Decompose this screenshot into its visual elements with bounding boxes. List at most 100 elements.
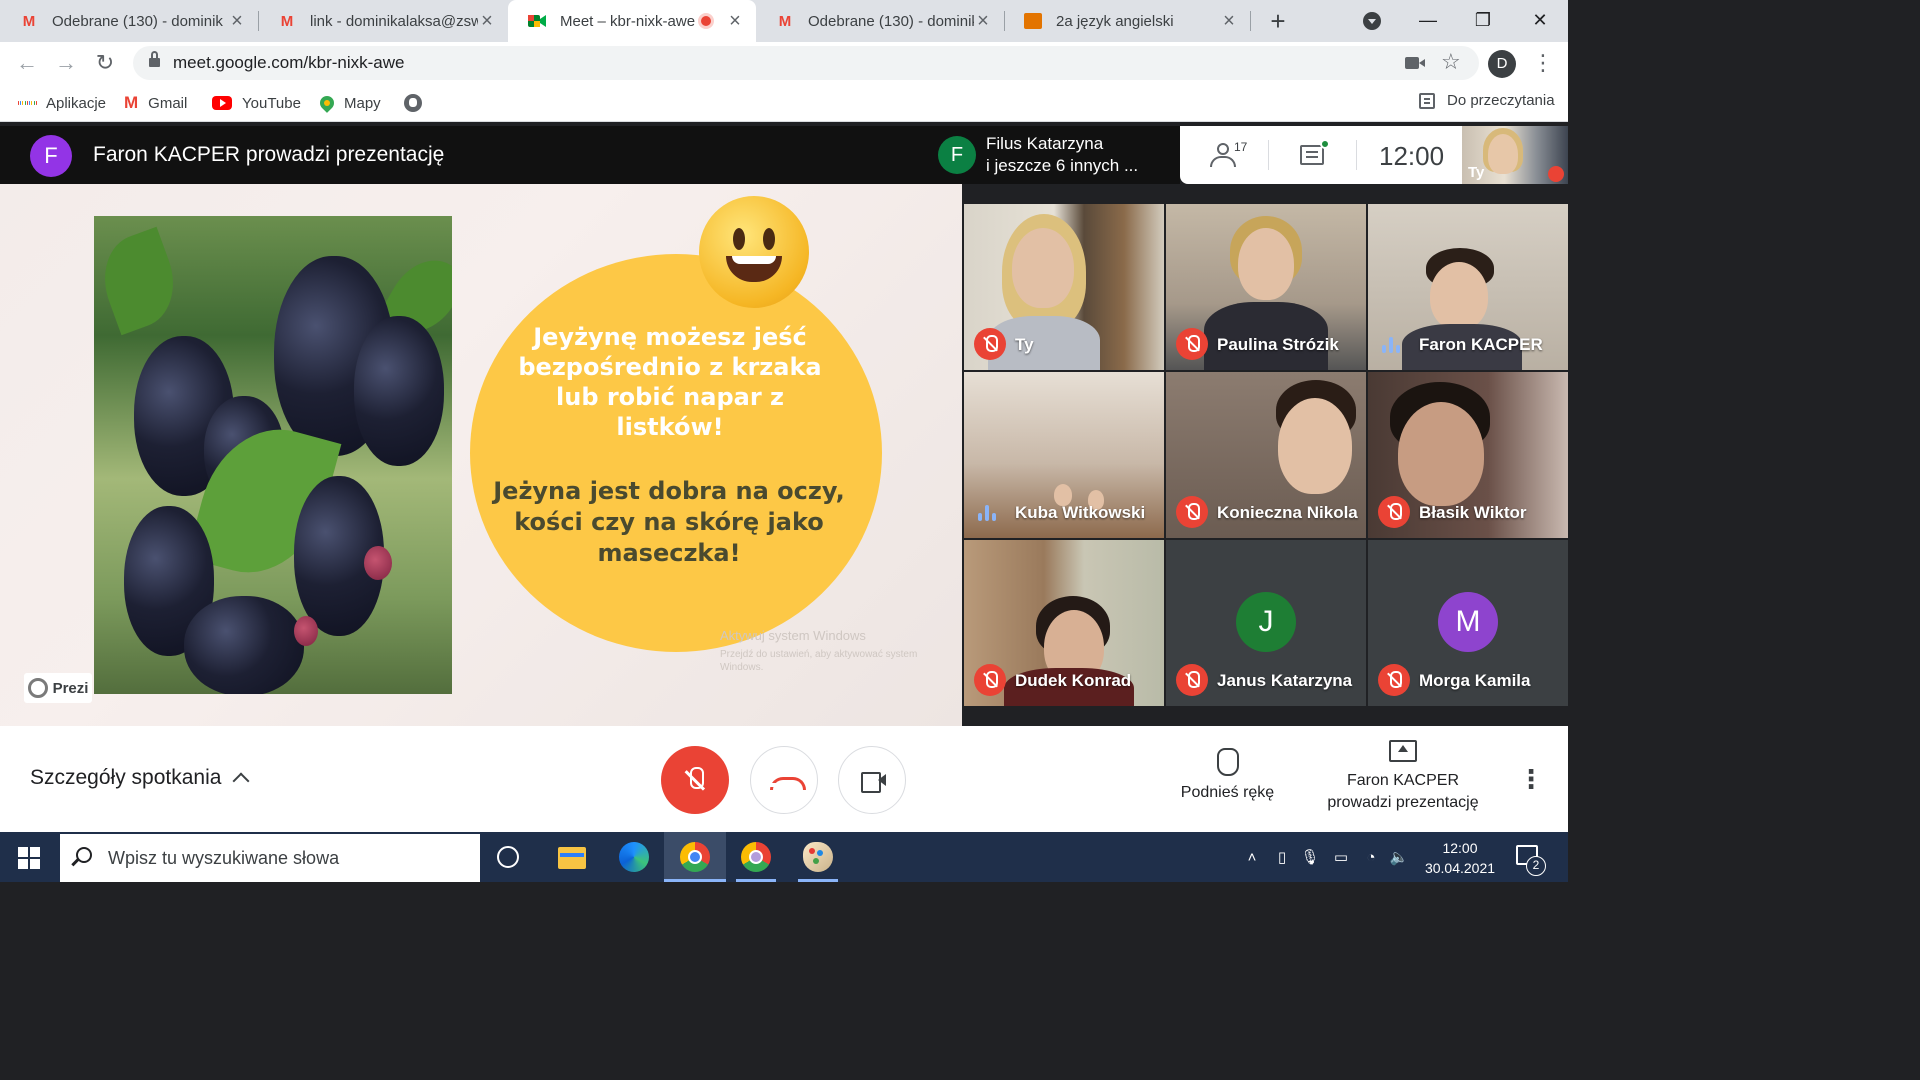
close-tab-icon[interactable]: × [228, 10, 246, 33]
prezi-badge[interactable]: Prezi [24, 673, 92, 703]
chrome-profile-icon[interactable] [741, 842, 771, 872]
tab-meet[interactable]: Meet – kbr-nixk-awe × [508, 0, 756, 42]
divider [1268, 140, 1269, 170]
restore-window-button[interactable]: ❐ [1463, 6, 1503, 34]
back-button[interactable]: ← [14, 50, 40, 76]
forward-button[interactable]: → [53, 50, 79, 76]
close-tab-icon[interactable]: × [726, 10, 744, 33]
participant-tile[interactable]: Kuba Witkowski [964, 372, 1164, 538]
participant-name: Konieczna Nikola [1217, 503, 1358, 522]
new-tab-button[interactable]: + [1266, 6, 1290, 36]
bookmark-label: Gmail [148, 94, 188, 112]
minimize-window-button[interactable]: — [1408, 6, 1448, 34]
leave-call-button[interactable] [750, 746, 818, 814]
presenting-line2: prowadzi prezentację [1327, 794, 1479, 811]
lock-icon[interactable] [149, 51, 160, 68]
browser-tab-strip: M Odebrane (130) - dominik × M link - do… [0, 0, 1568, 42]
paint-icon[interactable] [803, 842, 833, 872]
chat-icon[interactable] [1300, 145, 1324, 165]
tab-gmail-inbox-1[interactable]: M Odebrane (130) - dominik × [0, 0, 258, 42]
taskbar-search-box[interactable]: Wpisz tu wyszukiwane słowa [60, 834, 480, 882]
cortana-icon[interactable] [497, 846, 519, 868]
bookmark-apps[interactable]: Aplikacje [18, 92, 106, 114]
close-window-button[interactable]: ✕ [1520, 6, 1560, 34]
search-icon [76, 847, 92, 863]
browser-menu-icon[interactable]: ⋮ [1532, 50, 1554, 76]
tab-title: 2a język angielski [1056, 12, 1174, 30]
presenter-banner: F Faron KACPER prowadzi prezentację [0, 126, 928, 184]
file-explorer-icon[interactable] [558, 847, 586, 869]
participant-tile[interactable]: M Morga Kamila [1368, 540, 1568, 706]
bookmark-star-icon[interactable]: ☆ [1441, 49, 1461, 75]
self-video [1488, 134, 1518, 174]
smiley-emoji-icon [699, 196, 809, 308]
tab-classroom[interactable]: 2a język angielski × [1004, 0, 1250, 42]
presenting-button[interactable]: Faron KACPER prowadzi prezentację [1310, 740, 1496, 814]
participant-avatar: M [1438, 592, 1498, 652]
gmail-icon: M [280, 12, 294, 30]
bookmark-youtube[interactable]: YouTube [212, 92, 301, 114]
taskbar-clock[interactable]: 12:00 30.04.2021 [1420, 838, 1500, 878]
device-icon[interactable]: ▯ [1272, 832, 1292, 882]
tab-search-icon[interactable] [1363, 12, 1381, 30]
gmail-icon: M [124, 93, 139, 112]
microphone-toggle-button[interactable] [661, 746, 729, 814]
tray-overflow-icon[interactable]: ˄ [1242, 832, 1262, 882]
raise-hand-button[interactable]: Podnieś rękę [1170, 748, 1285, 802]
tab-gmail-link[interactable]: M link - dominikalaksa@zsw × [258, 0, 508, 42]
reading-list-button[interactable]: Do przeczytania [1419, 92, 1555, 109]
tab-gmail-inbox-2[interactable]: M Odebrane (130) - dominik × [756, 0, 1004, 42]
globe-icon [404, 94, 422, 112]
windows-taskbar: Wpisz tu wyszukiwane słowa ˄ ▯ 🎙 ▭ ◔ 🔈 1… [0, 832, 1568, 882]
close-tab-icon[interactable]: × [478, 10, 496, 33]
address-bar[interactable]: meet.google.com/kbr-nixk-awe ☆ [133, 46, 1479, 80]
meeting-clock: 12:00 [1379, 141, 1445, 171]
mic-off-icon [1176, 496, 1208, 528]
url-text[interactable]: meet.google.com/kbr-nixk-awe [173, 53, 404, 73]
participant-tile[interactable]: J Janus Katarzyna [1166, 540, 1366, 706]
reload-button[interactable]: ↻ [92, 50, 118, 76]
bookmark-globe[interactable] [404, 92, 432, 114]
running-indicator [798, 879, 838, 882]
prezi-logo-icon [27, 678, 48, 698]
chevron-up-icon [232, 772, 250, 790]
participant-tile[interactable]: Dudek Konrad [964, 540, 1164, 706]
meet-icon [528, 12, 546, 30]
edge-icon[interactable] [619, 842, 649, 872]
close-tab-icon[interactable]: × [974, 10, 992, 33]
camera-in-use-icon[interactable] [1405, 57, 1425, 69]
bookmark-gmail[interactable]: M Gmail [124, 92, 187, 114]
chrome-taskbar-button[interactable] [664, 832, 726, 882]
presenter-avatar: F [30, 135, 72, 177]
presenter-banner-text: Faron KACPER prowadzi prezentację [93, 143, 445, 166]
presentation-slide[interactable]: Jeyżynę możesz jeść bezpośrednio z krzak… [0, 184, 962, 726]
meeting-details-button[interactable]: Szczegóły spotkania [30, 766, 250, 790]
battery-icon[interactable]: ▭ [1328, 832, 1354, 882]
participant-tile[interactable]: Ty [964, 204, 1164, 370]
wifi-icon[interactable]: ◔ [1360, 832, 1382, 882]
more-options-icon[interactable]: ⋮ [1518, 764, 1544, 794]
volume-icon[interactable]: 🔈 [1388, 832, 1410, 882]
meeting-details-label: Szczegóły spotkania [30, 766, 222, 789]
participant-name: Kuba Witkowski [1015, 503, 1146, 522]
reading-list-icon [1419, 92, 1435, 109]
browser-toolbar: ← → ↻ meet.google.com/kbr-nixk-awe ☆ D ⋮ [0, 42, 1568, 84]
presenting-line1: Faron KACPER [1346, 772, 1460, 789]
bookmark-maps[interactable]: Mapy [317, 92, 381, 114]
other-participants-chip[interactable]: F Filus Katarzyna i jeszcze 6 innych ... [928, 126, 1180, 184]
bookmark-label: Aplikacje [46, 94, 107, 112]
participant-tile[interactable]: Konieczna Nikola [1166, 372, 1366, 538]
microphone-tray-icon[interactable]: 🎙 [1300, 832, 1320, 882]
participant-tile[interactable]: Błasik Wiktor [1368, 372, 1568, 538]
camera-toggle-button[interactable] [838, 746, 906, 814]
profile-avatar[interactable]: D [1488, 50, 1516, 78]
participant-name: Błasik Wiktor [1419, 503, 1527, 522]
close-tab-icon[interactable]: × [1220, 10, 1238, 33]
hand-icon [1216, 748, 1239, 776]
participant-more: i jeszcze 6 innych ... [986, 156, 1139, 175]
maps-pin-icon [317, 93, 337, 113]
participant-tile[interactable]: Paulina Strózik [1166, 204, 1366, 370]
windows-start-icon[interactable] [18, 847, 40, 869]
self-view-tile[interactable]: Ty [1462, 126, 1568, 184]
participant-tile[interactable]: Faron KACPER [1368, 204, 1568, 370]
